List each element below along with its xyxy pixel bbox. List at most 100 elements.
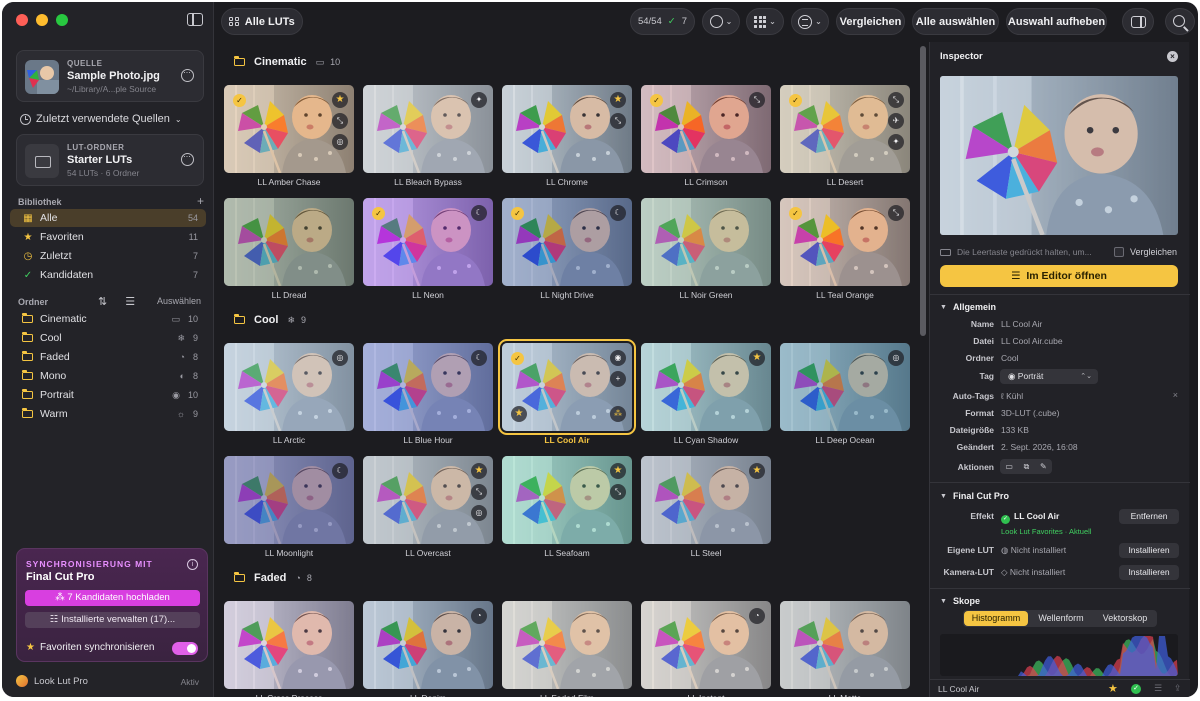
lut-tile[interactable]: ✓ ★ ⤡ ◎ LL Amber Chase [224, 85, 354, 191]
favorite-star-icon[interactable]: ★ [1108, 682, 1118, 695]
lut-preview-image[interactable]: ☾ [224, 456, 354, 544]
lut-tile[interactable]: ◎ LL Arctic [224, 343, 354, 449]
lut-preview-image[interactable]: ◎ [224, 343, 354, 431]
folders-select-button[interactable]: Auswählen [157, 296, 201, 306]
section-header-cinematic[interactable]: Cinematic ▭ 10 [234, 56, 340, 68]
favorite-star-icon[interactable]: ★ [471, 463, 487, 479]
edit-icon[interactable]: ✎ [1040, 462, 1047, 471]
lut-tile[interactable]: LL Dread [224, 198, 354, 304]
tab-waveform[interactable]: Wellenform [1029, 610, 1093, 627]
lut-tile[interactable]: ★ ⤡ LL Chrome [502, 85, 632, 191]
tile-badge-icon[interactable]: ☾ [471, 350, 487, 366]
search-button[interactable] [1165, 8, 1195, 35]
library-item-candidates[interactable]: ✓ Kandidaten 7 [10, 266, 206, 284]
section-header-faded[interactable]: Faded ◔ 8 [234, 572, 312, 584]
open-in-editor-button[interactable]: ☰ Im Editor öffnen [940, 265, 1178, 287]
lut-preview-image[interactable]: ✦ [363, 85, 493, 173]
remove-autotag-icon[interactable]: × [1173, 390, 1178, 400]
scopes-section-header[interactable]: ▼ Skope [940, 596, 980, 606]
tile-badge-icon[interactable]: ⤡ [610, 484, 626, 500]
lut-tile[interactable]: ☾ LL Blue Hour [363, 343, 493, 449]
lut-preview-image[interactable]: ✓ ⤡ [641, 85, 771, 173]
lut-tile[interactable]: ★ LL Steel [641, 456, 771, 562]
tile-badge-icon[interactable]: + [610, 371, 626, 387]
folder-item-mono[interactable]: Mono ◐ 8 [10, 367, 206, 385]
lut-tile[interactable]: ✓ ⤡ ✈ ✦ LL Desert [780, 85, 910, 191]
lut-tile[interactable]: ✓ ☾ LL Night Drive [502, 198, 632, 304]
candidate-check-icon[interactable]: ✓ [233, 94, 246, 107]
compare-button[interactable]: Vergleichen [836, 8, 905, 35]
general-section-header[interactable]: ▼ Allgemein [940, 302, 996, 312]
tile-badge-icon[interactable]: ◎ [888, 350, 904, 366]
folder-item-warm[interactable]: Warm ☼ 9 [10, 405, 206, 423]
recent-sources-menu[interactable]: Zuletzt verwendete Quellen ⌄ [20, 113, 182, 125]
manage-installed-button[interactable]: ☷ Installierte verwalten (17)... [25, 612, 200, 628]
tile-badge-icon[interactable]: ◉ [610, 350, 626, 366]
sort-icon[interactable]: ⇅ [98, 295, 107, 308]
lut-preview-image[interactable]: ★ ⤡ [502, 85, 632, 173]
lut-preview-image[interactable]: ✓ ☾ [502, 198, 632, 286]
select-all-button[interactable]: Alle auswählen [912, 8, 999, 35]
lut-tile[interactable]: ★ LL Cyan Shadow [641, 343, 771, 449]
compare-checkbox[interactable] [1114, 247, 1124, 257]
tile-badge-icon[interactable]: ☾ [471, 205, 487, 221]
section-header-cool[interactable]: Cool ❄ 9 [234, 314, 306, 326]
tile-badge-icon[interactable]: ◎ [332, 350, 348, 366]
tile-badge-icon[interactable]: ☾ [610, 205, 626, 221]
deselect-button[interactable]: Auswahl aufheben [1006, 8, 1107, 35]
favorite-star-icon[interactable]: ★ [749, 463, 765, 479]
favorite-star-icon[interactable]: ★ [610, 92, 626, 108]
tile-badge-icon[interactable]: ⤡ [471, 484, 487, 500]
info-icon[interactable]: i [187, 559, 198, 570]
filter-menu-button[interactable]: ⌄ [702, 8, 740, 35]
tile-badge-icon[interactable]: ◔ [749, 608, 765, 624]
lut-folder-card[interactable]: LUT-ORDNER Starter LUTs 54 LUTs · 6 Ordn… [16, 134, 204, 186]
tile-badge-icon[interactable]: ✈ [888, 113, 904, 129]
lut-tile[interactable]: ✓ ⤡ LL Crimson [641, 85, 771, 191]
lut-preview-image[interactable]: ★ ⤡ ◎ [363, 456, 493, 544]
candidate-check-icon[interactable]: ✓ [789, 94, 802, 107]
lut-tile[interactable]: ◎ LL Deep Ocean [780, 343, 910, 449]
tile-badge-icon[interactable]: ⤡ [610, 113, 626, 129]
lut-preview-image[interactable]: ★ [641, 456, 771, 544]
zoom-window-button[interactable] [56, 14, 68, 26]
tile-badge-icon[interactable]: ⤡ [888, 92, 904, 108]
inspector-preview-image[interactable] [940, 76, 1178, 235]
lut-preview-image[interactable]: ◎ [780, 343, 910, 431]
lut-tile[interactable]: ✓ ◉ + ★ ⁂ LL Cool Air [498, 339, 636, 449]
copy-icon[interactable]: ⧉ [1024, 462, 1030, 472]
lut-preview-image[interactable]: ✓ ◉ + ★ ⁂ [498, 339, 636, 435]
list-icon[interactable]: ☰ [1154, 683, 1162, 694]
lut-preview-image[interactable]: ☾ [363, 343, 493, 431]
lut-preview-image[interactable]: ✓ ☾ [363, 198, 493, 286]
sync-favorites-toggle[interactable] [172, 642, 198, 655]
wand-icon[interactable]: ⁂ [610, 406, 626, 422]
library-item-recent[interactable]: ◷ Zuletzt 7 [10, 247, 206, 265]
lut-preview-image[interactable] [780, 601, 910, 689]
lut-tile[interactable]: ✓ ☾ LL Neon [363, 198, 493, 304]
lut-preview-image[interactable]: ✓ ⤡ ✈ ✦ [780, 85, 910, 173]
filter-icon[interactable]: ☰ [125, 295, 135, 308]
library-item-favorites[interactable]: ★ Favoriten 11 [10, 228, 206, 246]
lut-preview-image[interactable] [641, 198, 771, 286]
install-own-lut-button[interactable]: Installieren [1119, 543, 1179, 558]
close-icon[interactable]: × [1167, 51, 1178, 62]
folder-icon[interactable]: ▭ [1005, 462, 1013, 471]
tile-badge-icon[interactable]: ✦ [888, 134, 904, 150]
tile-badge-icon[interactable]: ⤡ [332, 113, 348, 129]
tile-badge-icon[interactable]: ✦ [471, 92, 487, 108]
candidate-check-icon[interactable]: ✓ [789, 207, 802, 220]
lut-preview-image[interactable] [224, 601, 354, 689]
lut-tile[interactable]: LL Faded Film [502, 601, 632, 697]
install-camera-lut-button[interactable]: Installieren [1119, 565, 1179, 580]
tile-badge-icon[interactable]: ◎ [471, 505, 487, 521]
upload-candidates-button[interactable]: ⁂ 7 Kandidaten hochladen [25, 590, 200, 606]
lut-preview-image[interactable]: ◔ [641, 601, 771, 689]
remove-effect-button[interactable]: Entfernen [1119, 509, 1179, 524]
lut-tile[interactable]: ◔ LL Denim [363, 601, 493, 697]
lut-tile[interactable]: ☾ LL Moonlight [224, 456, 354, 562]
folder-item-faded[interactable]: Faded ◔ 8 [10, 348, 206, 366]
library-item-all[interactable]: ▦ Alle 54 [10, 209, 206, 227]
minimize-window-button[interactable] [36, 14, 48, 26]
folder-item-cool[interactable]: Cool ❄ 9 [10, 329, 206, 347]
